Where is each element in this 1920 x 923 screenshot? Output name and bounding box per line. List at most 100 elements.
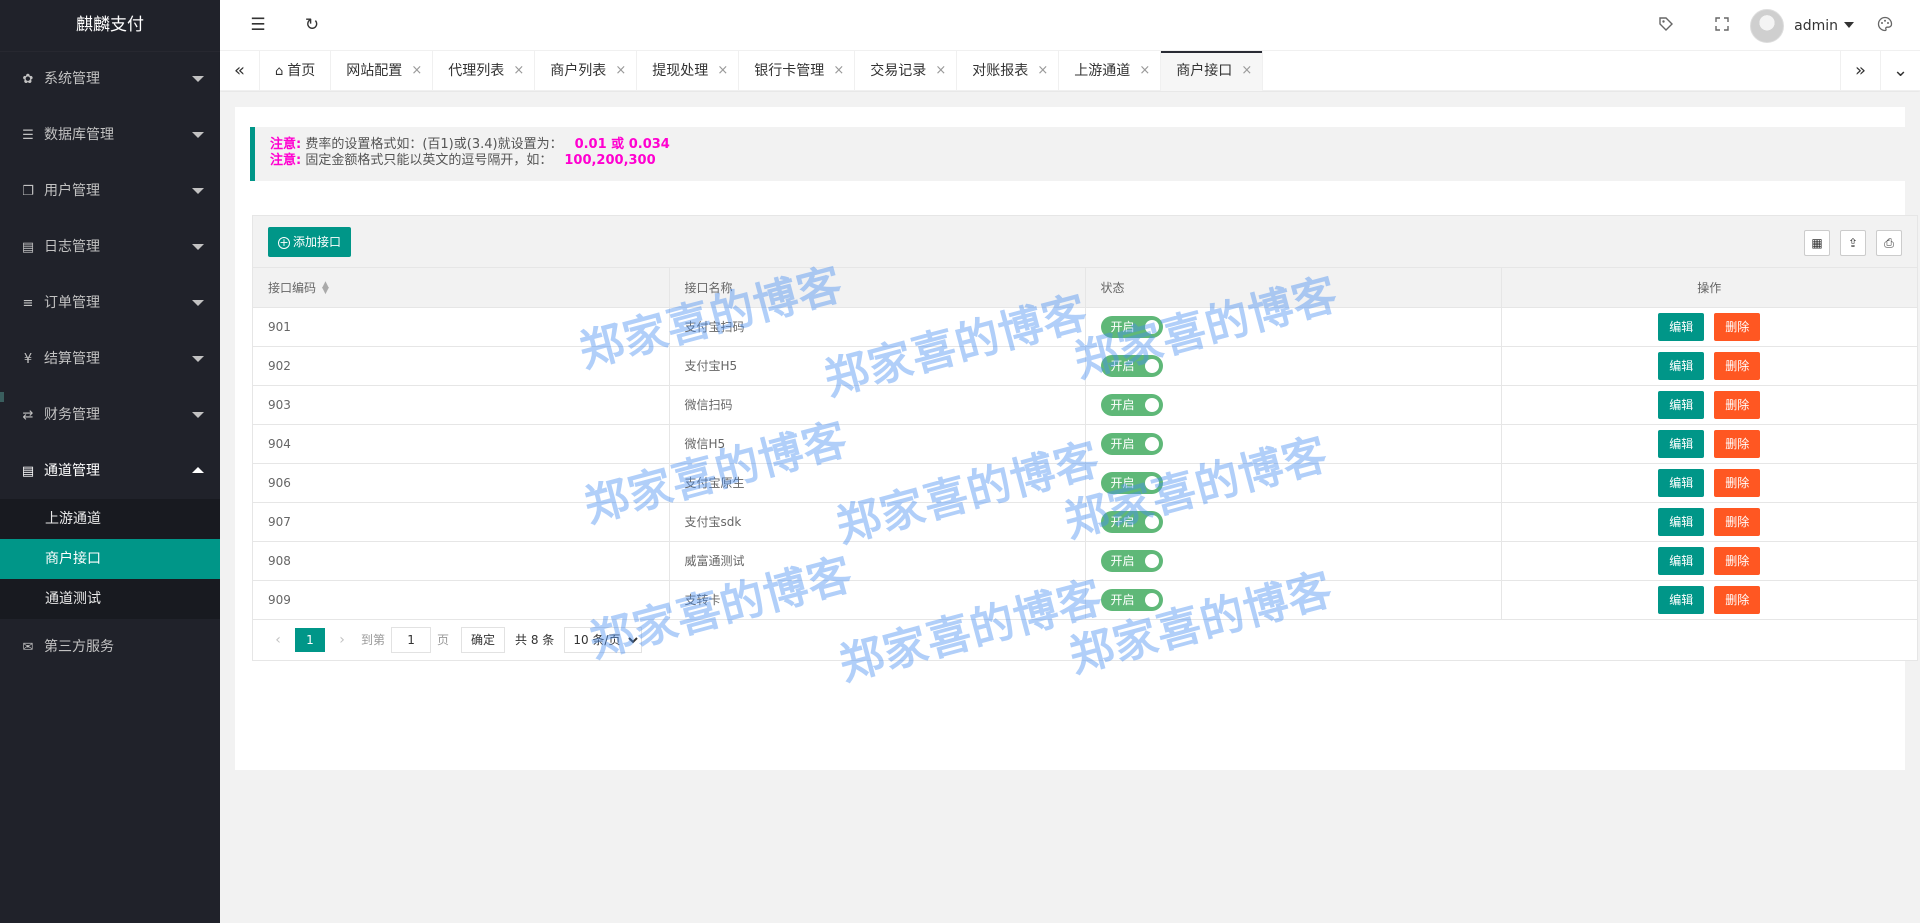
edit-button[interactable]: 编辑 [1658, 546, 1705, 575]
tab-label: 银行卡管理 [754, 63, 825, 79]
notice-text: 费率的设置格式如：(百1)或(3.4)就设置为： [305, 137, 563, 152]
list-icon: ≡ [22, 296, 34, 311]
delete-button[interactable]: 删除 [1714, 585, 1761, 614]
sidebar-item-third-party[interactable]: ✉ 第三方服务 [0, 619, 220, 675]
close-icon[interactable]: × [1241, 51, 1252, 91]
close-icon[interactable]: × [411, 51, 422, 91]
export-icon[interactable]: ⇪ [1840, 230, 1866, 256]
tab-home[interactable]: ⌂ 首页 [260, 51, 332, 91]
tabs-menu-chevron-down-icon[interactable]: ⌄ [1880, 51, 1920, 91]
chevron-down-icon [192, 132, 204, 138]
refresh-icon[interactable]: ↻ [292, 0, 332, 51]
sidebar-subitem-merchant-api[interactable]: 商户接口 [0, 539, 220, 579]
status-toggle[interactable]: 开启 [1100, 315, 1163, 338]
edit-button[interactable]: 编辑 [1658, 507, 1705, 536]
sidebar-subitem-channel-test[interactable]: 通道测试 [0, 579, 220, 619]
edit-button[interactable]: 编辑 [1658, 351, 1705, 380]
sidebar-item-system[interactable]: ✿ 系统管理 [0, 51, 220, 107]
tab-bank-cards[interactable]: 银行卡管理 × [739, 51, 856, 91]
sidebar-subitem-upstream[interactable]: 上游通道 [0, 499, 220, 539]
page-size-select[interactable]: 10 条/页 [564, 626, 643, 653]
delete-button[interactable]: 删除 [1714, 429, 1761, 458]
delete-button[interactable]: 删除 [1714, 546, 1761, 575]
fullscreen-icon[interactable] [1694, 16, 1750, 35]
toggle-knob [1144, 553, 1159, 568]
cell-name: 支付宝sdk [669, 502, 1086, 542]
sidebar-item-label: 结算管理 [44, 351, 100, 367]
close-icon[interactable]: × [1037, 51, 1048, 91]
prev-page-icon[interactable]: ‹ [265, 632, 291, 648]
sidebar-item-channels[interactable]: ▤ 通道管理 [0, 443, 220, 499]
cell-code: 907 [253, 502, 670, 542]
close-icon[interactable]: × [717, 51, 728, 91]
sidebar-item-logs[interactable]: ▤ 日志管理 [0, 219, 220, 275]
add-interface-button[interactable]: + 添加接口 [268, 227, 352, 257]
toggle-knob [1144, 436, 1159, 451]
table-row: 903 微信扫码 开启 编辑 删除 [253, 385, 1917, 425]
status-toggle[interactable]: 开启 [1100, 432, 1163, 455]
next-page-icon[interactable]: › [329, 632, 355, 648]
status-toggle[interactable]: 开启 [1100, 588, 1163, 611]
close-icon[interactable]: × [1139, 51, 1150, 91]
tag-icon[interactable] [1638, 16, 1694, 36]
tab-withdrawals[interactable]: 提现处理 × [637, 51, 740, 91]
sort-icon[interactable]: ▲ ▼ [322, 280, 329, 295]
status-toggle[interactable]: 开启 [1100, 471, 1163, 494]
notice-line-2: 注意: 固定金额格式只能以英文的逗号隔开，如： 100,200,300 [270, 153, 1905, 169]
delete-button[interactable]: 删除 [1714, 312, 1761, 341]
edit-button[interactable]: 编辑 [1658, 429, 1705, 458]
header-right: admin [1638, 0, 1900, 51]
sidebar-item-users[interactable]: ❐ 用户管理 [0, 163, 220, 219]
tab-merchant-list[interactable]: 商户列表 × [535, 51, 638, 91]
close-icon[interactable]: × [833, 51, 844, 91]
avatar[interactable] [1750, 8, 1785, 43]
status-toggle[interactable]: 开启 [1100, 549, 1163, 572]
table-row: 906 支付宝原生 开启 编辑 删除 [253, 463, 1917, 503]
delete-button[interactable]: 删除 [1714, 507, 1761, 536]
delete-button[interactable]: 删除 [1714, 468, 1761, 497]
status-toggle[interactable]: 开启 [1100, 510, 1163, 533]
close-icon[interactable]: × [513, 51, 524, 91]
tabs-scroll-right-icon[interactable]: » [1840, 51, 1880, 91]
columns-filter-icon[interactable]: ▦ [1804, 230, 1830, 256]
theme-icon[interactable] [1870, 16, 1900, 36]
app-logo-title[interactable]: 麒麟支付 [0, 0, 220, 51]
sidebar-item-orders[interactable]: ≡ 订单管理 [0, 275, 220, 331]
goto-confirm-button[interactable]: 确定 [461, 626, 506, 653]
print-icon[interactable]: ⎙ [1876, 230, 1902, 256]
interface-table-container: + 添加接口 ▦ ⇪ ⎙ 接口编码 ▲ ▼ 接口名称 状态 操作 901 支付宝… [252, 215, 1918, 661]
edit-button[interactable]: 编辑 [1658, 312, 1705, 341]
sidebar-item-database[interactable]: ☰ 数据库管理 [0, 107, 220, 163]
edit-button[interactable]: 编辑 [1658, 390, 1705, 419]
status-toggle[interactable]: 开启 [1100, 354, 1163, 377]
edit-button[interactable]: 编辑 [1658, 585, 1705, 614]
tab-site-config[interactable]: 网站配置 × [331, 51, 434, 91]
tab-agent-list[interactable]: 代理列表 × [433, 51, 536, 91]
page-current[interactable]: 1 [295, 627, 325, 652]
menu-toggle-icon[interactable]: ☰ [238, 0, 278, 51]
cell-actions: 编辑 删除 [1501, 541, 1917, 581]
plus-circle-icon: + [278, 236, 290, 249]
column-header-code[interactable]: 接口编码 ▲ ▼ [253, 268, 670, 308]
cell-status: 开启 [1085, 580, 1502, 620]
tab-label: 对账报表 [972, 63, 1029, 79]
tab-reconciliation[interactable]: 对账报表 × [957, 51, 1060, 91]
close-icon[interactable]: × [615, 51, 626, 91]
delete-button[interactable]: 删除 [1714, 351, 1761, 380]
edit-button[interactable]: 编辑 [1658, 468, 1705, 497]
close-icon[interactable]: × [935, 51, 946, 91]
tabs-scroll-left-icon[interactable]: « [220, 51, 260, 91]
delete-button[interactable]: 删除 [1714, 390, 1761, 419]
tab-transactions[interactable]: 交易记录 × [855, 51, 958, 91]
column-header-name: 接口名称 [669, 268, 1086, 308]
sidebar-item-settlement[interactable]: ¥ 结算管理 [0, 331, 220, 387]
tab-merchant-api[interactable]: 商户接口 × [1161, 51, 1264, 91]
status-toggle[interactable]: 开启 [1100, 393, 1163, 416]
cell-actions: 编辑 删除 [1501, 307, 1917, 347]
tab-upstream[interactable]: 上游通道 × [1059, 51, 1162, 91]
sidebar-item-finance[interactable]: ⇄ 财务管理 [0, 387, 220, 443]
user-menu[interactable]: admin [1794, 18, 1854, 34]
tab-bar: « ⌂ 首页 网站配置 × 代理列表 × 商户列表 × 提现处理 × 银行卡管理 × 交易记… [220, 51, 1920, 91]
goto-page-input[interactable] [391, 626, 432, 653]
cell-code: 902 [253, 346, 670, 386]
